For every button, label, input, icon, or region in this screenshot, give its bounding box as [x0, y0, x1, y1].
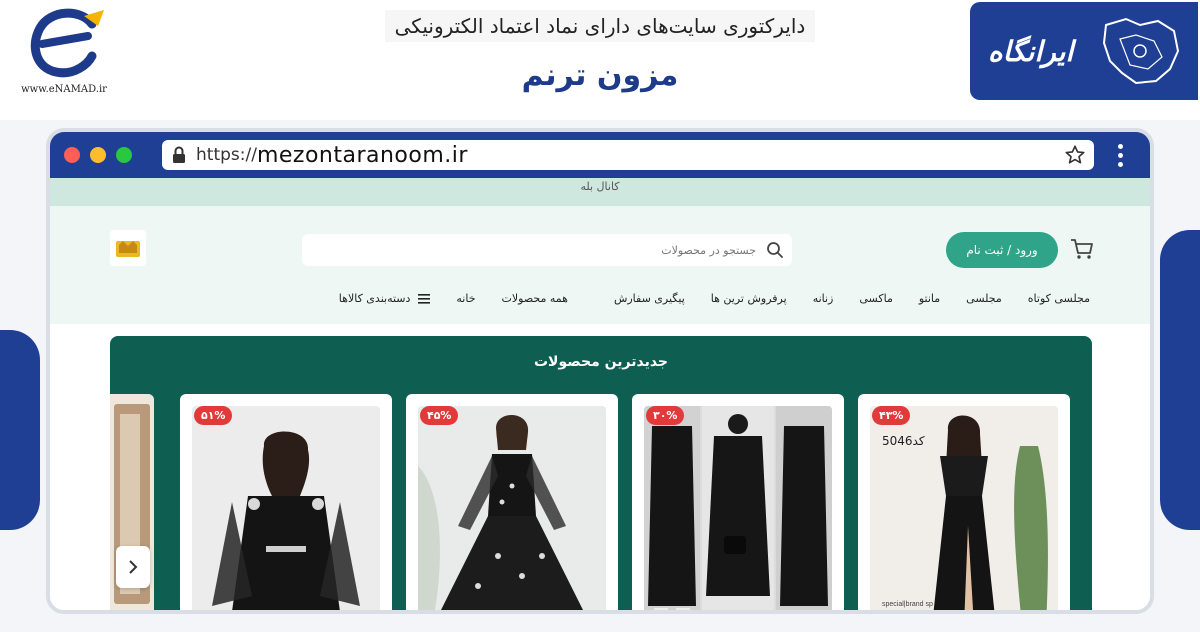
nav-formal[interactable]: مجلسی [966, 292, 1002, 305]
site-header: ورود / ثبت نام دسته‌بندی کالاها خانه همه… [50, 206, 1150, 324]
nav-women[interactable]: زنانه [813, 292, 834, 305]
url-domain: mezontaranoom.ir [256, 142, 468, 168]
lock-icon [173, 146, 185, 163]
outfit-collage-image [644, 406, 832, 610]
enamad-logo[interactable]: www.eNAMAD.ir [8, 4, 118, 100]
nav-all-products[interactable]: همه محصولات [502, 292, 568, 305]
nav-maxi[interactable]: ماکسی [859, 292, 892, 305]
close-window-dot[interactable] [64, 147, 80, 163]
site-logo[interactable] [110, 230, 146, 266]
product-photo [644, 406, 832, 610]
product-photo [192, 406, 380, 610]
chevron-right-icon [129, 560, 138, 574]
decor-accent-right [1160, 230, 1200, 530]
svg-text:special|brand sp: special|brand sp [882, 601, 933, 608]
search-box[interactable] [302, 234, 792, 266]
browser-toolbar: https:// mezontaranoom.ir [50, 132, 1150, 178]
cart-icon[interactable] [1070, 238, 1094, 260]
discount-badge: ۴۳% [872, 406, 911, 425]
nav-order-tracking[interactable]: پیگیری سفارش [614, 292, 685, 305]
url-protocol: https:// [196, 145, 257, 165]
main-navigation: دسته‌بندی کالاها خانه همه محصولات پیگیری… [339, 292, 1090, 305]
banner-headline: دایرکتوری سایت‌های دارای نماد اعتماد الک… [300, 10, 900, 93]
browser-menu-icon[interactable] [1118, 143, 1123, 167]
discount-badge: ۴۵% [420, 406, 459, 425]
dress-image [192, 406, 380, 610]
product-photo [418, 406, 606, 610]
discount-badge: ۳۰% [646, 406, 685, 425]
discount-badge: ۵۱% [194, 406, 233, 425]
dress-image [418, 406, 606, 610]
nav-home[interactable]: خانه [456, 292, 475, 305]
iran-map-icon [1102, 17, 1180, 85]
product-card[interactable]: ۴۵% [406, 394, 618, 610]
hamburger-icon [418, 293, 431, 304]
enamad-url: www.eNAMAD.ir [21, 84, 107, 95]
nav-best-sellers[interactable]: پرفروش ترین ها [711, 292, 787, 305]
nav-manteau[interactable]: مانتو [919, 292, 940, 305]
nav-categories[interactable]: دسته‌بندی کالاها [339, 292, 431, 305]
banner-subtitle: دایرکتوری سایت‌های دارای نماد اعتماد الک… [384, 10, 816, 42]
directory-banner: www.eNAMAD.ir دایرکتوری سایت‌های دارای ن… [0, 0, 1200, 120]
decor-accent-left [0, 330, 40, 530]
bookmark-star-icon[interactable] [1064, 144, 1086, 166]
minimize-window-dot[interactable] [90, 147, 106, 163]
section-title: جدیدترین محصولات [533, 354, 669, 370]
product-card[interactable]: ۳۰% [632, 394, 844, 610]
irangah-logo[interactable]: ایرانگاه [970, 2, 1198, 100]
website-viewport: کانال بله ورود / ثبت نام [50, 178, 1150, 610]
address-bar[interactable]: https:// mezontaranoom.ir [162, 140, 1094, 170]
login-register-button[interactable]: ورود / ثبت نام [946, 232, 1058, 268]
browser-window: https:// mezontaranoom.ir کانال بله جستج… [46, 128, 1154, 614]
newest-products-section: جدیدترین محصولات ۵۱% ۴۵% ۳۰% special|bra… [110, 336, 1092, 610]
product-card[interactable]: special|brand sp ۴۳% کد5046 [858, 394, 1070, 610]
nav-categories-label: دسته‌بندی کالاها [338, 292, 411, 305]
search-input[interactable] [326, 243, 756, 257]
search-icon[interactable] [766, 241, 784, 259]
maximize-window-dot[interactable] [116, 147, 132, 163]
enamad-e-icon [30, 8, 104, 78]
irangah-brand: ایرانگاه [988, 34, 1074, 68]
nav-short-formal[interactable]: مجلسی کوتاه [1028, 292, 1090, 305]
crown-logo-icon [116, 241, 140, 257]
product-code: کد5046 [882, 434, 925, 448]
top-strip-link[interactable]: کانال بله [50, 178, 1150, 206]
banner-site-name: مزون ترنم [521, 58, 679, 93]
carousel-prev-button[interactable] [116, 546, 150, 588]
product-card[interactable]: ۵۱% [180, 394, 392, 610]
